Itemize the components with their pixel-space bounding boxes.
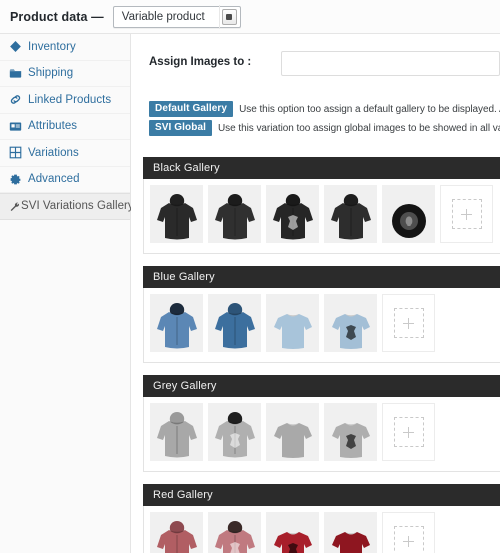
sidebar-item-inventory[interactable]: Inventory (0, 34, 130, 61)
box-icon (9, 67, 22, 80)
plus-icon (393, 308, 424, 338)
gallery-header: Blue Gallery (143, 266, 500, 288)
black-hoodie-back[interactable] (324, 185, 377, 243)
sidebar-item-label: Advanced (28, 173, 80, 186)
product-data-tabs-sidebar: Inventory Shipping Linked Products Attri… (0, 34, 134, 553)
sidebar-item-label: Linked Products (28, 93, 112, 106)
wrench-icon (9, 200, 20, 213)
product-data-header: Product data — Variable product (0, 0, 500, 34)
black-hoodie-front[interactable] (150, 185, 203, 243)
sidebar-item-advanced[interactable]: Advanced (0, 167, 130, 193)
sidebar-item-linked-products[interactable]: Linked Products (0, 87, 130, 114)
assign-images-row: Assign Images to : (131, 34, 500, 76)
svi-global-badge[interactable]: SVI Global (149, 120, 213, 136)
gallery-header: Red Gallery (143, 484, 500, 506)
red-tshirt-logo[interactable] (266, 512, 319, 553)
galleries-list: Black Gallery Blue Gallery Grey Gallery Red… (131, 139, 500, 553)
sidebar-item-svi-variations-gallery[interactable]: SVI Variations Gallery (0, 193, 134, 220)
svi-global-description: Use this variation too assign global ima… (218, 122, 500, 134)
gallery-thumbnails (143, 288, 500, 363)
red-tshirt-plain[interactable] (324, 512, 377, 553)
add-image-button[interactable] (440, 185, 493, 243)
gallery-thumbnails (143, 506, 500, 553)
add-image-button[interactable] (382, 403, 435, 461)
sidebar-item-label: SVI Variations Gallery (21, 200, 134, 213)
black-beanie[interactable] (382, 185, 435, 243)
gallery-thumbnails (143, 397, 500, 472)
gallery-section: Red Gallery (143, 484, 500, 553)
svi-gallery-panel: Assign Images to : Default Gallery Use t… (131, 34, 500, 553)
blue-tshirt-logo[interactable] (324, 294, 377, 352)
product-data-body: Inventory Shipping Linked Products Attri… (0, 34, 500, 553)
link-icon (9, 93, 22, 106)
gallery-header: Black Gallery (143, 157, 500, 179)
red-hoodie-front[interactable] (150, 512, 203, 553)
sidebar-item-label: Variations (28, 146, 79, 159)
sidebar-item-label: Shipping (28, 67, 74, 80)
gear-icon (9, 173, 22, 186)
grid-icon (9, 146, 22, 159)
blue-hoodie-front[interactable] (150, 294, 203, 352)
card-icon (9, 120, 22, 133)
sidebar-item-variations[interactable]: Variations (0, 140, 130, 167)
legend-block: Default Gallery Use this option too assi… (131, 76, 500, 136)
grey-tshirt-logo[interactable] (324, 403, 377, 461)
gallery-section: Grey Gallery (143, 375, 500, 472)
plus-icon (393, 526, 424, 553)
grey-hoodie-back[interactable] (150, 403, 203, 461)
plus-icon (393, 417, 424, 447)
blue-hoodie-back[interactable] (208, 294, 261, 352)
add-image-button[interactable] (382, 512, 435, 553)
gallery-header: Grey Gallery (143, 375, 500, 397)
default-gallery-description: Use this option too assign a default gal… (239, 103, 500, 115)
gallery-section: Blue Gallery (143, 266, 500, 363)
assign-images-label: Assign Images to : (149, 56, 252, 68)
product-type-select[interactable]: Variable product (112, 5, 241, 28)
black-hoodie-logo[interactable] (266, 185, 319, 243)
gallery-title: Red Gallery (153, 489, 213, 501)
black-hoodie-zip[interactable] (208, 185, 261, 243)
sidebar-item-label: Inventory (28, 40, 76, 53)
red-hoodie-logo[interactable] (208, 512, 261, 553)
gallery-section: Black Gallery (143, 157, 500, 254)
grey-hoodie-logo[interactable] (208, 403, 261, 461)
default-gallery-badge[interactable]: Default Gallery (149, 101, 234, 117)
gallery-title: Black Gallery (153, 162, 220, 174)
header-divider (219, 5, 220, 29)
chevron-down-icon[interactable] (221, 8, 237, 25)
sidebar-item-label: Attributes (28, 120, 78, 133)
grey-tshirt-plain[interactable] (266, 403, 319, 461)
sidebar-item-attributes[interactable]: Attributes (0, 114, 130, 140)
gallery-title: Grey Gallery (153, 380, 217, 392)
blue-tshirt-plain[interactable] (266, 294, 319, 352)
gallery-title: Blue Gallery (153, 271, 215, 283)
gallery-thumbnails (143, 179, 500, 254)
legend-row-svi-global: SVI Global Use this variation too assign… (149, 120, 500, 136)
sidebar-item-shipping[interactable]: Shipping (0, 61, 130, 87)
product-type-value: Variable product (121, 10, 205, 23)
legend-row-default-gallery: Default Gallery Use this option too assi… (149, 101, 500, 117)
assign-images-input[interactable] (281, 51, 500, 76)
plus-icon (451, 199, 482, 229)
add-image-button[interactable] (382, 294, 435, 352)
page-title: Product data — (10, 9, 104, 24)
tag-icon (9, 40, 22, 53)
